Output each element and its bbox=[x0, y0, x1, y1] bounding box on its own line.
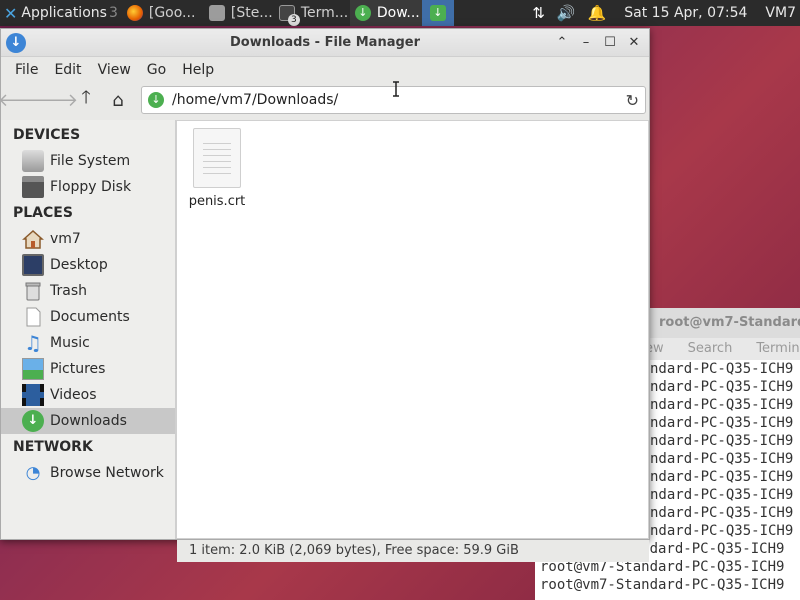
maximize-button[interactable]: ☐ bbox=[603, 35, 617, 50]
sidebar-item-label: Videos bbox=[50, 387, 97, 403]
file-item[interactable]: penis.crt bbox=[185, 128, 249, 209]
sidebar-item-label: Music bbox=[50, 335, 90, 351]
firefox-icon bbox=[126, 5, 143, 21]
download-icon: ↓ bbox=[22, 410, 44, 432]
terminal-menu-terminal[interactable]: Terminal bbox=[756, 338, 800, 360]
sidebar: DEVICES File System Floppy Disk PLACES v… bbox=[1, 120, 176, 539]
window-controls: ⌃ – ☐ ✕ bbox=[555, 35, 649, 50]
network-icon[interactable]: ⇅ bbox=[532, 4, 545, 22]
menu-help[interactable]: Help bbox=[174, 62, 222, 78]
download-icon: ↓ bbox=[354, 5, 371, 21]
sidebar-item-pictures[interactable]: Pictures bbox=[1, 356, 175, 382]
download-icon: ↓ bbox=[429, 5, 446, 21]
sidebar-item-label: vm7 bbox=[50, 231, 81, 247]
pictures-icon bbox=[22, 358, 44, 380]
task-label: [Ste... bbox=[230, 5, 273, 21]
sidebar-item-label: Desktop bbox=[50, 257, 108, 273]
sidebar-item-label: File System bbox=[50, 153, 131, 169]
home-folder-icon bbox=[22, 228, 44, 250]
close-button[interactable]: ✕ bbox=[627, 35, 641, 50]
document-icon bbox=[22, 306, 44, 328]
text-cursor-icon bbox=[393, 81, 399, 97]
menu-edit[interactable]: Edit bbox=[46, 62, 89, 78]
sidebar-item-label: Downloads bbox=[50, 413, 127, 429]
menu-go[interactable]: Go bbox=[139, 62, 174, 78]
menu-file[interactable]: File bbox=[7, 62, 46, 78]
task-downloads[interactable]: ↓ Dow... bbox=[349, 0, 422, 26]
window-title: Downloads - File Manager bbox=[229, 35, 421, 50]
toolbar: 🡐 🡒 🡑 ⌂ ↓ /home/vm7/Downloads/ ↻ bbox=[0, 83, 649, 117]
sidebar-item-videos[interactable]: Videos bbox=[1, 382, 175, 408]
applications-menu[interactable]: ✕ Applications 3 bbox=[0, 0, 122, 26]
wifi-icon: ◔ bbox=[25, 463, 41, 483]
trash-icon bbox=[22, 280, 44, 302]
window-titlebar[interactable]: ↓ Downloads - File Manager ⌃ – ☐ ✕ bbox=[1, 29, 649, 57]
task-label: Term... bbox=[300, 5, 349, 21]
sidebar-item-label: Pictures bbox=[50, 361, 106, 377]
sidebar-item-downloads[interactable]: ↓ Downloads bbox=[1, 408, 175, 434]
file-name: penis.crt bbox=[188, 194, 246, 209]
notification-bell-icon[interactable]: 🔔 bbox=[588, 4, 607, 22]
volume-icon[interactable]: 🔊 bbox=[557, 4, 576, 22]
film-strip-icon bbox=[22, 384, 44, 406]
applications-menu-label: Applications bbox=[21, 5, 107, 21]
sidebar-item-label: Browse Network bbox=[50, 465, 164, 481]
sidebar-item-music[interactable]: ♫ Music bbox=[1, 330, 175, 356]
sidebar-item-floppy-disk[interactable]: Floppy Disk bbox=[1, 174, 175, 200]
system-tray: ⇅ 🔊 🔔 Sat 15 Apr, 07:54 VM7 bbox=[532, 4, 800, 22]
terminal-menu-search[interactable]: Search bbox=[688, 338, 733, 360]
user-menu[interactable]: VM7 bbox=[765, 5, 796, 21]
task-label: Dow... bbox=[376, 5, 420, 21]
sidebar-item-label: Floppy Disk bbox=[50, 179, 132, 195]
folder-icon bbox=[208, 5, 225, 21]
file-view[interactable]: penis.crt bbox=[176, 120, 649, 539]
sidebar-item-browse-network[interactable]: ◔ Browse Network bbox=[1, 460, 175, 486]
hard-drive-icon bbox=[22, 150, 44, 172]
text-file-icon bbox=[193, 128, 241, 188]
menubar: File Edit View Go Help bbox=[1, 57, 649, 83]
xfce-logo-icon: ✕ bbox=[4, 3, 18, 23]
menu-separator: 3 bbox=[108, 5, 118, 21]
task-file-manager[interactable]: [Ste... bbox=[204, 0, 274, 26]
window-body: DEVICES File System Floppy Disk PLACES v… bbox=[1, 120, 649, 539]
download-folder-icon[interactable]: ↓ bbox=[6, 32, 26, 53]
floppy-disk-icon bbox=[22, 176, 44, 198]
download-location-icon: ↓ bbox=[148, 92, 164, 108]
sidebar-item-vm7[interactable]: vm7 bbox=[1, 226, 175, 252]
top-panel: ✕ Applications 3 [Goo... [Ste... 3 Term.… bbox=[0, 0, 800, 26]
music-note-icon: ♫ bbox=[24, 331, 42, 355]
task-terminal[interactable]: 3 Term... bbox=[274, 0, 350, 26]
up-arrow-icon[interactable]: 🡑 bbox=[73, 87, 99, 113]
sidebar-heading-network: NETWORK bbox=[13, 439, 93, 455]
terminal-icon: 3 bbox=[278, 5, 300, 26]
sidebar-item-desktop[interactable]: Desktop bbox=[1, 252, 175, 278]
task-count-badge: 3 bbox=[287, 14, 300, 26]
forward-arrow-icon[interactable]: 🡒 bbox=[30, 87, 78, 113]
sidebar-item-file-system[interactable]: File System bbox=[1, 148, 175, 174]
menu-view[interactable]: View bbox=[90, 62, 139, 78]
sidebar-heading-devices: DEVICES bbox=[13, 127, 81, 143]
minimize-button[interactable]: – bbox=[579, 35, 593, 50]
terminal-line: root@vm7-Standard-PC-Q35-ICH9 bbox=[540, 577, 785, 593]
sidebar-heading-places: PLACES bbox=[13, 205, 73, 221]
sidebar-item-label: Trash bbox=[50, 283, 87, 299]
chevron-up-icon[interactable]: ⌃ bbox=[555, 35, 569, 50]
task-label: [Goo... bbox=[148, 5, 196, 21]
reload-icon[interactable]: ↻ bbox=[626, 91, 639, 110]
sidebar-item-label: Documents bbox=[50, 309, 130, 325]
task-downloads-active[interactable]: ↓ bbox=[421, 0, 454, 26]
clock[interactable]: Sat 15 Apr, 07:54 bbox=[624, 5, 747, 21]
desktop-icon bbox=[22, 254, 44, 276]
home-icon[interactable]: ⌂ bbox=[105, 87, 131, 113]
file-manager-window[interactable]: ↓ Downloads - File Manager ⌃ – ☐ ✕ File … bbox=[0, 28, 650, 562]
sidebar-item-documents[interactable]: Documents bbox=[1, 304, 175, 330]
task-firefox[interactable]: [Goo... bbox=[122, 0, 204, 26]
sidebar-item-trash[interactable]: Trash bbox=[1, 278, 175, 304]
status-bar: 1 item: 2.0 KiB (2,069 bytes), Free spac… bbox=[177, 540, 649, 562]
